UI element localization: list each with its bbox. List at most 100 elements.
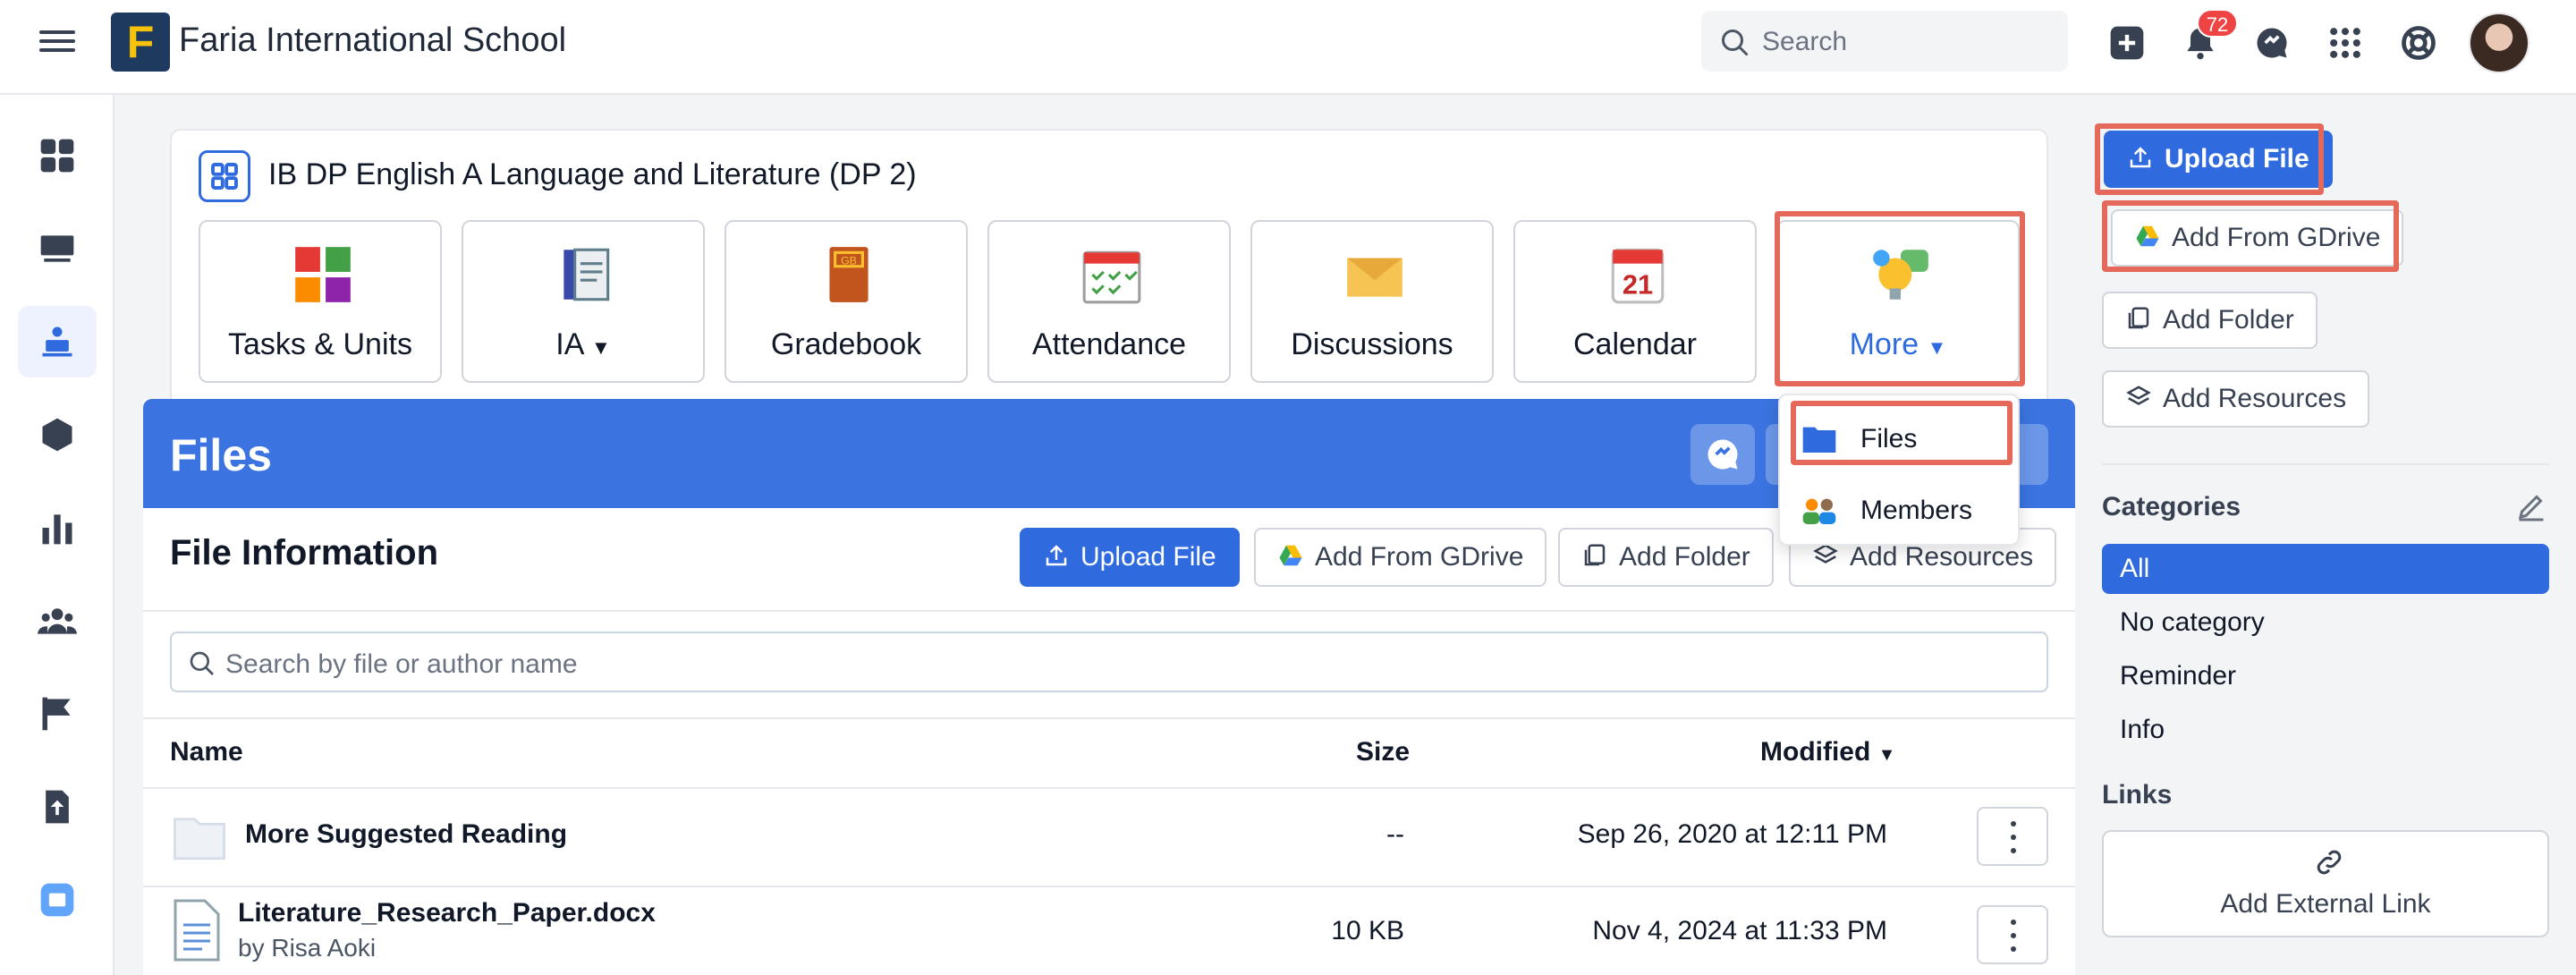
sort-desc-icon: ▼ [1877,745,1896,765]
menu-item-members[interactable]: Members [1780,478,2018,542]
tile-ia[interactable]: IA ▼ [462,220,705,383]
tile-label: Tasks & Units [228,327,412,361]
file-modified: Sep 26, 2020 at 12:11 PM [1577,819,1887,849]
rail-portfolio[interactable] [18,771,97,843]
search-icon [190,651,214,675]
tile-label: Discussions [1291,327,1453,361]
course-title: IB DP English A Language and Literature … [268,157,917,191]
file-search-input[interactable]: Search by file or author name [170,632,2048,692]
copy-folder-icon [1584,544,1606,566]
copy-folder-icon [2128,307,2149,329]
tile-tasks-units[interactable]: Tasks & Units [199,220,442,383]
file-modified: Nov 4, 2024 at 11:33 PM [1592,916,1887,945]
category-all[interactable]: All [2102,544,2549,594]
file-name[interactable]: More Suggested Reading [245,819,567,850]
edit-pencil-icon[interactable] [2515,490,2547,522]
file-upload-icon [46,790,69,824]
rail-community[interactable] [18,585,97,657]
tile-label: Gradebook [770,327,922,361]
tile-calendar[interactable]: 21 Calendar [1513,220,1757,383]
svg-text:21: 21 [1623,269,1653,301]
add-icon[interactable] [2107,23,2147,63]
table-row[interactable]: Literature_Research_Paper.docx by Risa A… [143,887,2075,975]
course-grid-icon[interactable] [199,150,250,202]
highlight-upload-file [2095,123,2324,195]
row-actions-button[interactable] [1977,905,2048,964]
rail-reports[interactable] [18,492,97,564]
file-author: by Risa Aoki [238,934,377,962]
global-search-input[interactable]: Search [1701,11,2068,72]
menu-icon[interactable] [39,25,75,61]
add-folder-button[interactable]: Add Folder [1558,528,1774,587]
sidebar-add-folder-button[interactable]: Add Folder [2102,292,2318,349]
flag-icon [42,697,71,731]
chevron-down-icon: ▼ [590,336,611,359]
dp-programme-icon [40,883,74,917]
sidebar-add-resources-button[interactable]: Add Resources [2102,370,2370,428]
rail-resources[interactable] [18,399,97,471]
file-size: 10 KB [1331,916,1404,945]
envelope-icon [1347,258,1402,297]
chat-icon[interactable] [2252,23,2292,63]
calendar-icon: 21 [1611,248,1665,304]
divider [143,717,2075,719]
tile-label: Calendar [1573,327,1697,361]
category-info[interactable]: Info [2102,705,2549,755]
highlight-files-item [1791,401,2012,465]
rail-goals[interactable] [18,678,97,750]
menu-item-label: Members [1860,496,1973,525]
gradebook-icon: GB [829,247,869,302]
column-header-name[interactable]: Name [170,737,243,767]
classroom-icon [40,235,74,262]
files-title: Files [170,430,272,480]
top-bar: F Faria International School Search 72 [0,0,2576,95]
help-lifebuoy-icon[interactable] [2399,23,2438,63]
add-external-link-button[interactable]: Add External Link [2102,830,2549,937]
tile-label: Attendance [1031,327,1187,361]
tile-attendance[interactable]: Attendance [987,220,1231,383]
file-search-placeholder: Search by file or author name [225,649,578,679]
rail-teaching[interactable] [18,306,97,377]
highlight-more-tile [1775,211,2025,386]
upload-icon [1046,545,1067,566]
highlight-add-from-gdrive [2102,200,2399,272]
table-row[interactable]: More Suggested Reading -- Sep 26, 2020 a… [143,789,2075,886]
user-avatar[interactable] [2469,13,2529,73]
teacher-icon [42,326,72,357]
row-actions-button[interactable] [1977,807,2048,866]
folder-icon [174,818,225,861]
svg-text:GB: GB [841,254,857,267]
bar-chart-icon [42,514,72,545]
category-reminder[interactable]: Reminder [2102,651,2549,701]
tile-label: IA ▼ [555,327,611,361]
file-name[interactable]: Literature_Research_Paper.docx [238,898,656,928]
attendance-icon [1082,250,1141,304]
discussion-button[interactable] [1690,424,1755,485]
category-no-category[interactable]: No category [2102,598,2549,648]
upload-file-button[interactable]: Upload File [1020,528,1240,587]
left-rail [0,95,114,975]
puzzle-icon [295,247,351,302]
tile-discussions[interactable]: Discussions [1250,220,1494,383]
search-icon [1722,30,1749,56]
rail-classes[interactable] [18,213,97,284]
divider [2102,463,2549,465]
file-size: -- [1386,819,1404,849]
google-drive-icon [1279,545,1302,566]
rail-dashboard[interactable] [18,120,97,191]
apps-grid-icon[interactable] [2326,23,2365,63]
column-header-size[interactable]: Size [1356,737,1410,767]
search-placeholder: Search [1762,27,1848,56]
cube-icon [42,418,72,452]
school-logo[interactable]: F [111,13,170,72]
school-name[interactable]: Faria International School [179,21,566,60]
links-title: Links [2102,780,2173,810]
add-from-gdrive-button[interactable]: Add From GDrive [1254,528,1547,587]
notification-badge: 72 [2197,9,2238,38]
people-icon [38,608,77,634]
rail-dp[interactable] [18,864,97,936]
tile-gradebook[interactable]: GB Gradebook [724,220,968,383]
column-header-modified[interactable]: Modified ▼ [1760,737,1895,767]
course-card: IB DP English A Language and Literature … [170,129,2048,415]
divider [143,610,2075,612]
